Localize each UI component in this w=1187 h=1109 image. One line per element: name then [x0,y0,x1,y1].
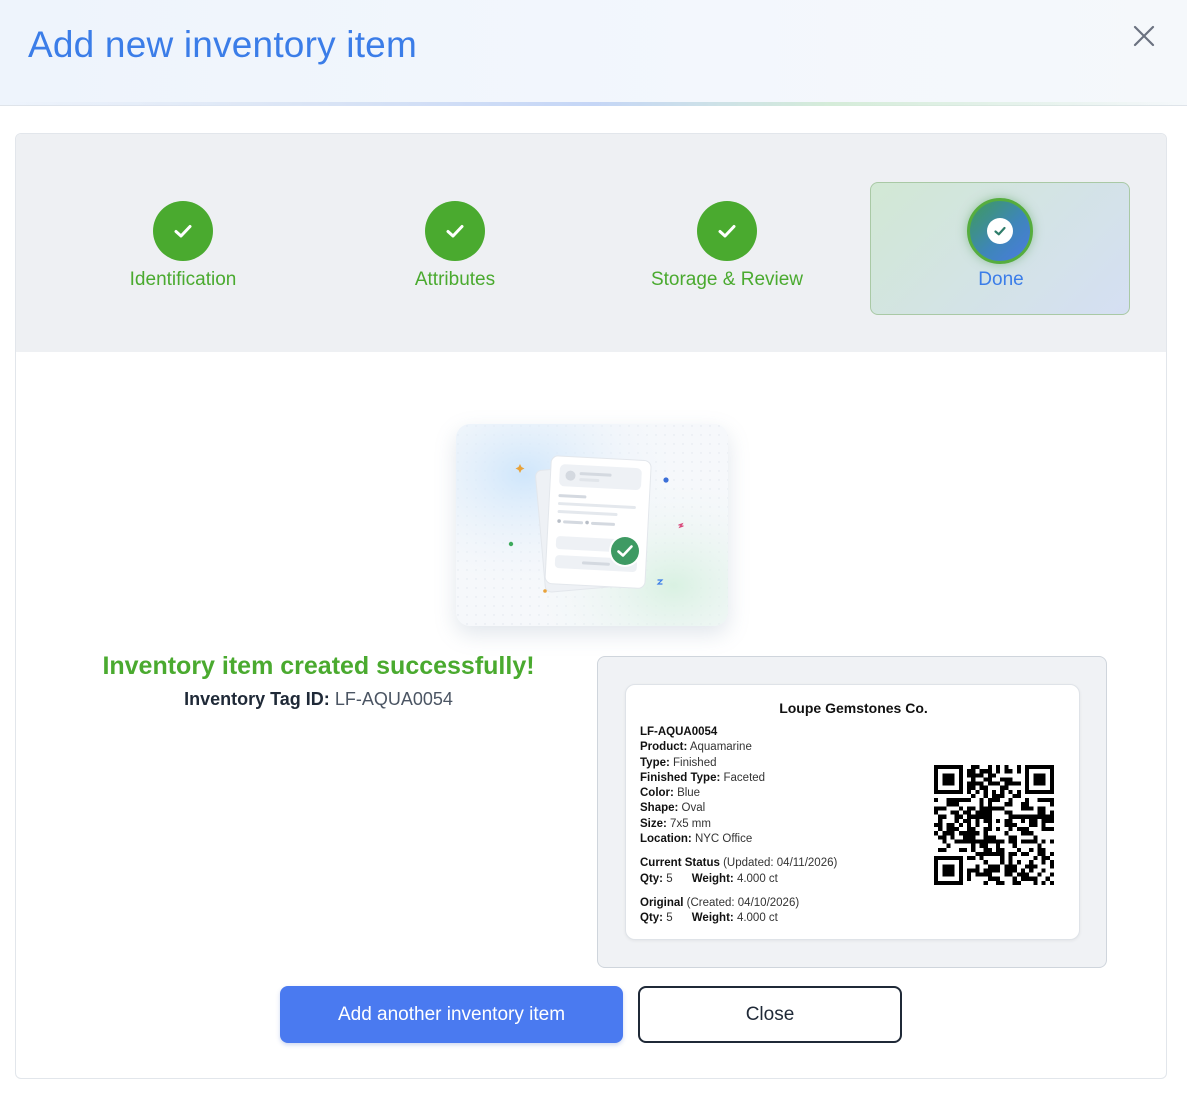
label-company: Loupe Gemstones Co. [779,700,928,716]
tag-id-label: Inventory Tag ID: [184,689,330,709]
step-label: Done [978,269,1024,290]
inventory-label: Loupe Gemstones Co. LF-AQUA0054 Product:… [625,684,1080,940]
success-message: Inventory item created successfully! [102,652,535,680]
label-details: LF-AQUA0054 Product: Aquamarine Type: Fi… [640,725,837,927]
label-tag-id: LF-AQUA0054 [640,726,718,738]
label-field-product: Product: Aquamarine [640,741,752,754]
wizard-panel: Identification Attributes Storage & Revi… [15,133,1167,1079]
step-identification[interactable]: Identification [53,201,313,301]
label-field-size: Size: 7x5 mm [640,817,711,830]
step-storage-review[interactable]: Storage & Review [597,201,857,301]
inventory-tag-line: Inventory Tag ID: LF-AQUA0054 [76,689,561,710]
modal-title: Add new inventory item [28,24,417,65]
add-another-item-button[interactable]: Add another inventory item [280,986,623,1043]
label-current-status-values: Qty: 5 Weight: 4.000 ct [640,872,778,885]
label-field-finished-type: Finished Type: Faceted [640,771,766,784]
step-label: Storage & Review [650,269,804,290]
close-button[interactable]: Close [638,986,902,1043]
step-done[interactable]: Done [870,182,1130,315]
step-attributes[interactable]: Attributes [325,201,585,301]
label-field-color: Color: Blue [640,787,701,800]
label-original-values: Qty: 5 Weight: 4.000 ct [640,912,778,925]
modal-header: Add new inventory item [0,0,1187,106]
step-complete-circle [697,201,757,261]
step-label: Identification [129,269,237,290]
step-current-circle [967,198,1033,264]
close-icon[interactable] [1130,22,1158,50]
step-complete-circle [425,201,485,261]
check-icon [174,225,192,238]
step-complete-circle [153,201,213,261]
label-current-status-heading: Current Status (Updated: 04/11/2026) [640,857,838,870]
label-field-type: Type: Finished [640,756,717,769]
step-label: Attributes [414,269,496,290]
qr-code-icon [934,765,1054,885]
label-field-shape: Shape: Oval [640,802,706,815]
label-preview-frame: Loupe Gemstones Co. LF-AQUA0054 Product:… [597,656,1107,968]
stepper: Identification Attributes Storage & Revi… [16,134,1166,352]
check-icon [718,225,736,238]
label-field-location: Location: NYC Office [640,833,753,846]
success-illustration [456,424,728,626]
check-icon [446,225,464,238]
label-original-heading: Original (Created: 04/10/2026) [640,896,800,909]
check-icon [994,226,1006,236]
header-accent-bar [0,102,1187,106]
tag-id-value: LF-AQUA0054 [334,689,453,709]
